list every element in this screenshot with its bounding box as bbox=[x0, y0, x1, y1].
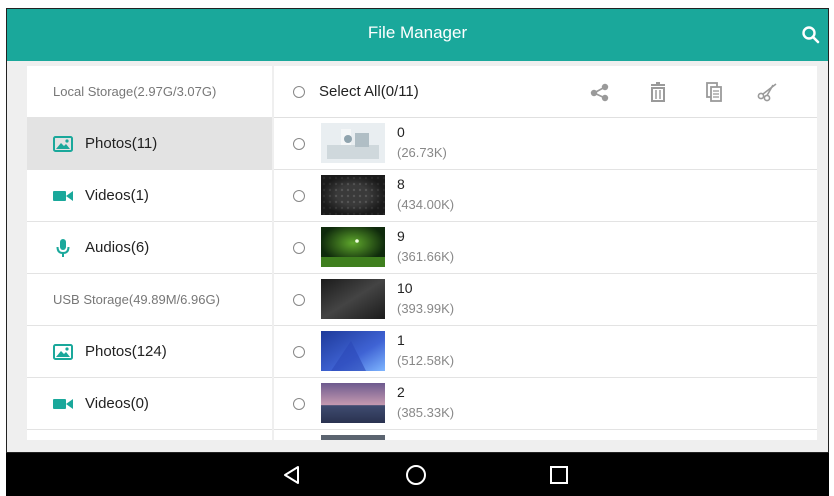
image-icon bbox=[53, 343, 73, 361]
sidebar-item-label: Videos(0) bbox=[85, 395, 149, 412]
image-icon bbox=[53, 135, 73, 153]
photo-thumbnail bbox=[321, 331, 385, 371]
file-select-radio[interactable] bbox=[293, 242, 305, 254]
video-camera-icon bbox=[53, 395, 73, 413]
photo-thumbnail bbox=[321, 279, 385, 319]
title-bar: File Manager bbox=[7, 9, 828, 61]
sidebar-item-label: Photos(11) bbox=[85, 135, 158, 152]
delete-icon[interactable] bbox=[647, 82, 669, 102]
usb-storage-header: USB Storage(49.89M/6.96G) bbox=[27, 274, 272, 326]
file-name: 10 bbox=[397, 280, 413, 296]
file-size: (434.00K) bbox=[397, 197, 455, 212]
file-name: 9 bbox=[397, 228, 405, 244]
file-name: 0 bbox=[397, 124, 405, 140]
sidebar-item-label: Videos(1) bbox=[85, 187, 149, 204]
photo-thumbnail bbox=[321, 227, 385, 267]
file-size: (361.66K) bbox=[397, 249, 455, 264]
file-size: (26.73K) bbox=[397, 145, 447, 160]
photo-thumbnail bbox=[321, 123, 385, 163]
file-select-radio[interactable] bbox=[293, 346, 305, 358]
sidebar-item-usb-photos[interactable]: Photos(124) bbox=[27, 326, 272, 378]
file-size: (385.33K) bbox=[397, 405, 455, 420]
home-icon[interactable] bbox=[403, 462, 429, 488]
file-name: 8 bbox=[397, 176, 405, 192]
video-camera-icon bbox=[53, 187, 73, 205]
local-storage-label: Local Storage(2.97G/3.07G) bbox=[53, 84, 217, 99]
file-select-radio[interactable] bbox=[293, 138, 305, 150]
sidebar-item-usb-videos[interactable]: Videos(0) bbox=[27, 378, 272, 430]
file-row[interactable]: 0 (26.73K) bbox=[274, 118, 817, 170]
file-row-partial[interactable] bbox=[274, 430, 817, 440]
sidebar-item-local-audios[interactable]: Audios(6) bbox=[27, 222, 272, 274]
select-all-radio[interactable] bbox=[293, 85, 305, 98]
file-select-radio[interactable] bbox=[293, 294, 305, 306]
file-toolbar: Select All(0/11) bbox=[274, 66, 817, 118]
photo-thumbnail bbox=[321, 383, 385, 423]
sidebar-item-local-photos[interactable]: Photos(11) bbox=[27, 118, 272, 170]
file-select-radio[interactable] bbox=[293, 398, 305, 410]
copy-icon[interactable] bbox=[703, 82, 725, 102]
select-all-label[interactable]: Select All(0/11) bbox=[319, 83, 419, 100]
file-list-panel: Select All(0/11) 0 (26.73K) 8 (434.00K) … bbox=[274, 66, 817, 440]
share-icon[interactable] bbox=[589, 82, 611, 102]
photo-thumbnail bbox=[321, 435, 385, 440]
recents-icon[interactable] bbox=[546, 462, 572, 488]
file-select-radio[interactable] bbox=[293, 190, 305, 202]
page-title: File Manager bbox=[367, 23, 468, 42]
sidebar-item-label: Audios(6) bbox=[85, 239, 150, 256]
photo-thumbnail bbox=[321, 175, 385, 215]
search-icon[interactable] bbox=[800, 24, 822, 46]
file-name: 1 bbox=[397, 332, 405, 348]
file-size: (512.58K) bbox=[397, 353, 455, 368]
file-row[interactable]: 8 (434.00K) bbox=[274, 170, 817, 222]
file-name: 2 bbox=[397, 384, 405, 400]
sidebar-item-local-videos[interactable]: Videos(1) bbox=[27, 170, 272, 222]
local-storage-header: Local Storage(2.97G/3.07G) bbox=[27, 66, 272, 118]
file-row[interactable]: 9 (361.66K) bbox=[274, 222, 817, 274]
storage-sidebar: Local Storage(2.97G/3.07G) Photos(11) Vi… bbox=[27, 66, 272, 440]
file-row[interactable]: 1 (512.58K) bbox=[274, 326, 817, 378]
file-row[interactable]: 2 (385.33K) bbox=[274, 378, 817, 430]
cut-icon[interactable] bbox=[757, 82, 779, 102]
app-window: File Manager Local Storage(2.97G/3.07G) … bbox=[6, 8, 829, 453]
microphone-icon bbox=[53, 238, 73, 257]
android-nav-bar bbox=[6, 453, 829, 496]
file-size: (393.99K) bbox=[397, 301, 455, 316]
file-row[interactable]: 10 (393.99K) bbox=[274, 274, 817, 326]
usb-storage-label: USB Storage(49.89M/6.96G) bbox=[53, 292, 220, 307]
back-icon[interactable] bbox=[279, 462, 305, 488]
sidebar-item-label: Photos(124) bbox=[85, 343, 167, 360]
